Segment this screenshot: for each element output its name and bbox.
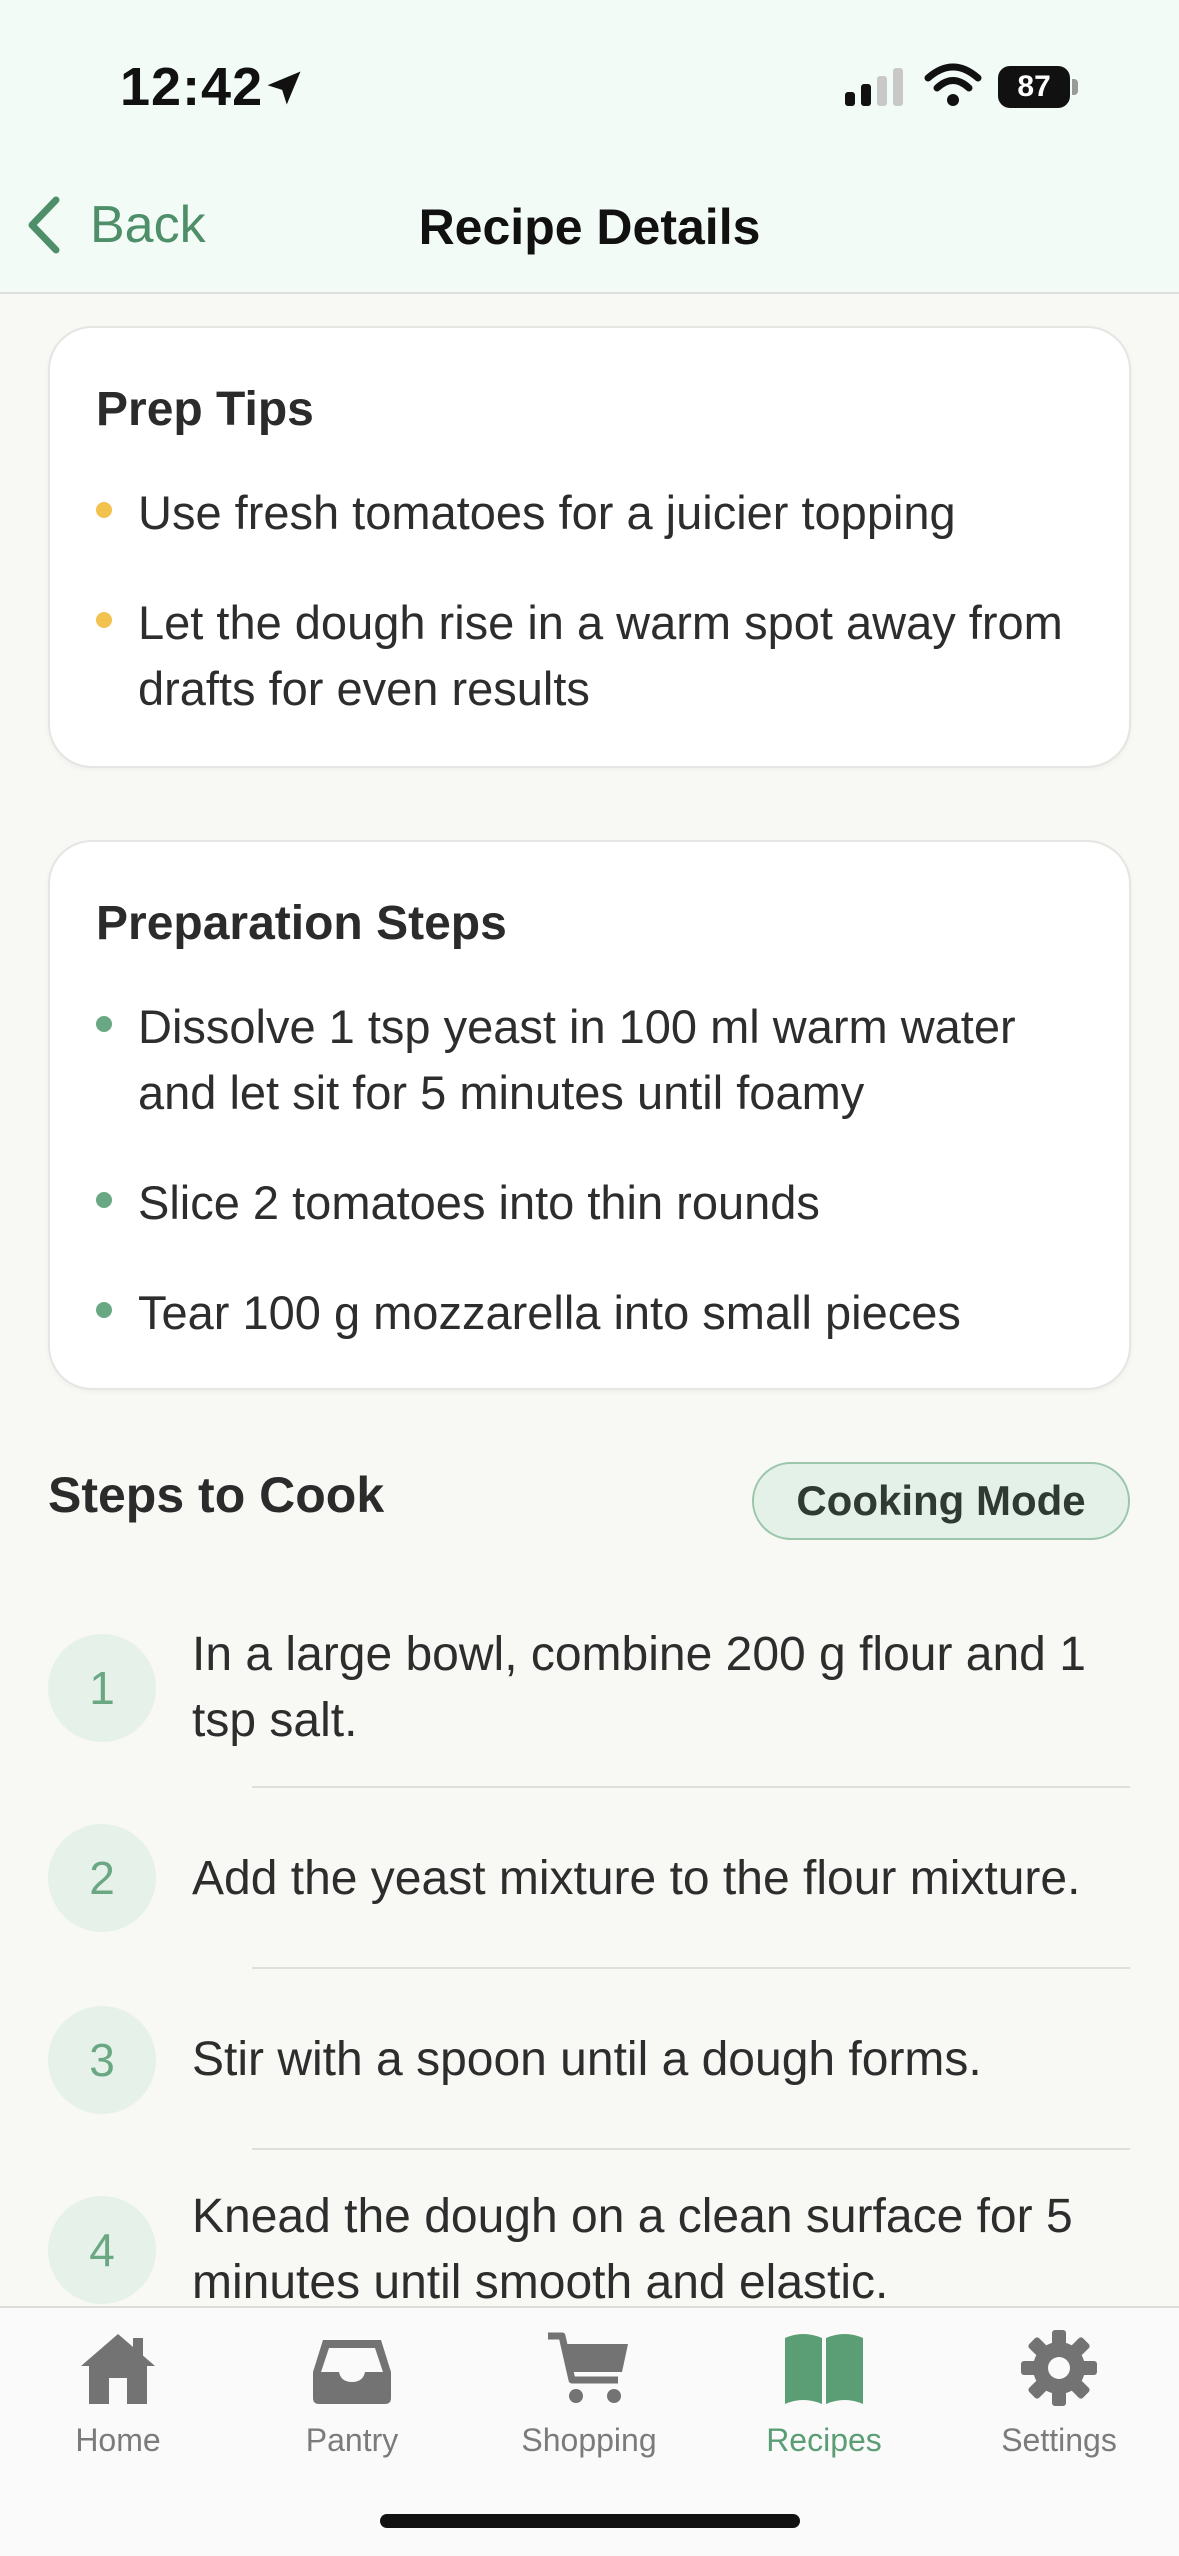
step-text: Stir with a spoon until a dough forms. [192, 2033, 982, 2086]
divider [252, 1967, 1130, 1969]
pantry-icon [313, 2340, 391, 2404]
tab-home[interactable]: Home [18, 2328, 218, 2478]
tab-label: Pantry [305, 2422, 399, 2458]
signal-icon [845, 68, 903, 106]
divider [252, 2148, 1130, 2150]
bullet-dot [96, 612, 112, 628]
bullet-dot [96, 1302, 112, 1318]
battery-cap [1072, 79, 1078, 95]
status-time: 12:42 [120, 57, 264, 117]
step-number-badge: 3 [48, 2006, 156, 2114]
step-number-badge: 1 [48, 1634, 156, 1742]
bullet-dot [96, 1192, 112, 1208]
steps-to-cook-title: Steps to Cook [48, 1467, 385, 1523]
preparation-steps-title: Preparation Steps [96, 897, 507, 950]
battery-indicator: 87 [998, 66, 1078, 108]
tab-recipes[interactable]: Recipes [724, 2328, 924, 2478]
recipe-details-screen: 12:42 87 Back Recipe Details Prep Tips U… [0, 0, 1179, 2556]
cooking-mode-button[interactable]: Cooking Mode [752, 1462, 1130, 1540]
preparation-steps-card: Preparation Steps Dissolve 1 tsp yeast i… [48, 840, 1131, 1390]
tab-settings[interactable]: Settings [959, 2328, 1159, 2478]
step-text: Knead the dough on a clean surface for 5… [192, 2190, 1073, 2309]
tab-label: Settings [1001, 2422, 1117, 2458]
tab-label: Shopping [521, 2422, 657, 2458]
page-title: Recipe Details [418, 199, 761, 255]
prep-tips-title: Prep Tips [96, 383, 314, 436]
preparation-step-text: Dissolve 1 tsp yeast in 100 ml warm wate… [138, 1000, 1016, 1119]
bullet-dot [96, 1016, 112, 1032]
location-arrow-icon [267, 71, 301, 105]
tab-label: Home [75, 2422, 161, 2458]
preparation-step-item: Tear 100 g mozzarella into small pieces [96, 1280, 1096, 1346]
divider [252, 1786, 1130, 1788]
bullet-dot [96, 502, 112, 518]
tab-shopping[interactable]: Shopping [489, 2328, 689, 2478]
book-icon [785, 2334, 863, 2404]
prep-tip-text: Use fresh tomatoes for a juicier topping [138, 486, 956, 539]
gear-icon [1021, 2330, 1097, 2406]
preparation-step-item: Slice 2 tomatoes into thin rounds [96, 1170, 1096, 1236]
tab-pantry[interactable]: Pantry [252, 2328, 452, 2478]
preparation-step-text: Slice 2 tomatoes into thin rounds [138, 1176, 820, 1229]
header: 12:42 87 Back Recipe Details [0, 0, 1179, 294]
wifi-icon [924, 63, 982, 106]
step-number-badge: 4 [48, 2196, 156, 2304]
preparation-step-text: Tear 100 g mozzarella into small pieces [138, 1286, 961, 1339]
home-icon [81, 2334, 155, 2404]
prep-tip-text: Let the dough rise in a warm spot away f… [138, 596, 1063, 715]
step-number-badge: 2 [48, 1824, 156, 1932]
preparation-step-item: Dissolve 1 tsp yeast in 100 ml warm wate… [96, 994, 1096, 1126]
prep-tips-card: Prep Tips Use fresh tomatoes for a juici… [48, 326, 1131, 768]
prep-tip-item: Use fresh tomatoes for a juicier topping [96, 480, 1096, 546]
home-indicator[interactable] [380, 2514, 800, 2528]
battery-level: 87 [998, 66, 1071, 108]
step-text: Add the yeast mixture to the flour mixtu… [192, 1852, 1081, 1905]
prep-tip-item: Let the dough rise in a warm spot away f… [96, 590, 1096, 722]
step-text: In a large bowl, combine 200 g flour and… [192, 1628, 1086, 1747]
tab-label: Recipes [766, 2422, 882, 2458]
cart-icon [548, 2332, 628, 2403]
